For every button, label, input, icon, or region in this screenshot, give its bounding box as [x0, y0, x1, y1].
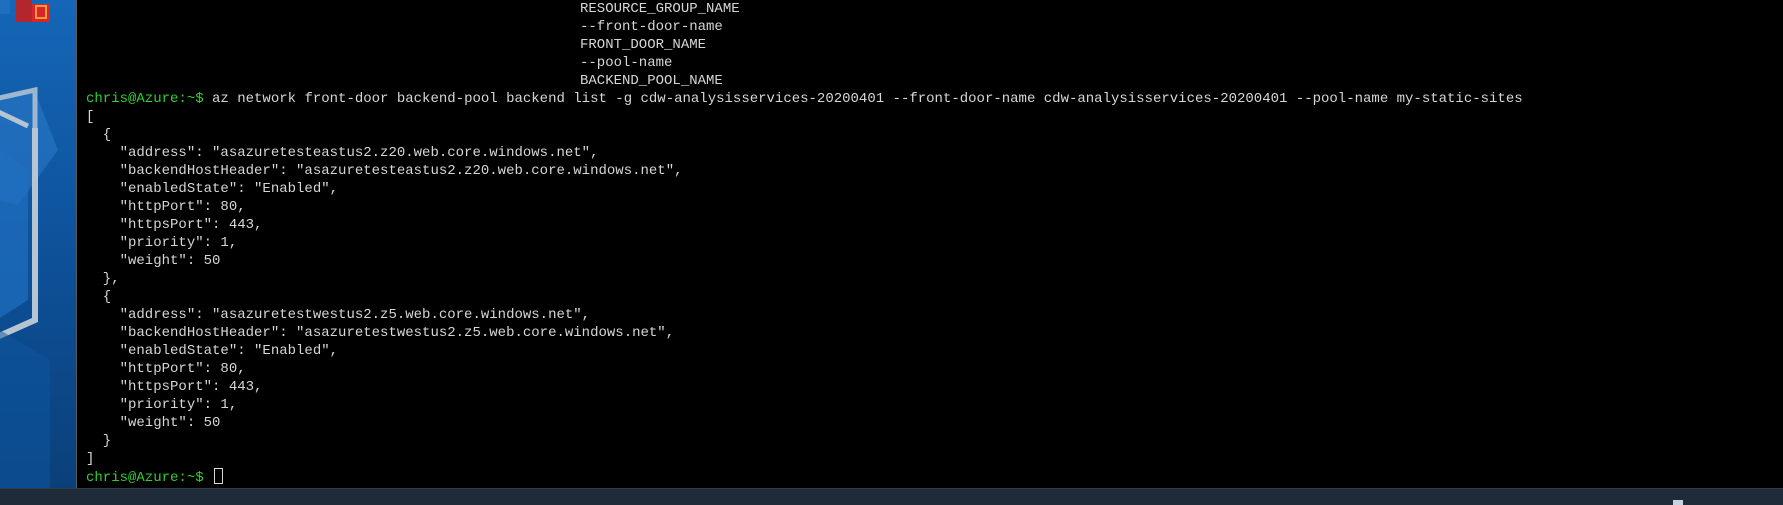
input-line[interactable]: chris@Azure:~$ [86, 468, 1783, 486]
output-line: } [86, 433, 112, 449]
output-line: ] [86, 451, 95, 467]
wallpaper-hexagon-graphic [0, 86, 58, 504]
taskbar [0, 488, 1783, 505]
terminal-output: RESOURCE_GROUP_NAME --front-door-name FR… [86, 0, 1783, 486]
text-cursor [214, 468, 224, 484]
output-line: "priority": 1, [86, 235, 238, 251]
output-line: [ [86, 109, 95, 125]
output-line: "httpsPort": 443, [86, 217, 263, 233]
system-tray-icon[interactable] [1673, 500, 1683, 505]
help-line: --front-door-name [580, 19, 723, 35]
help-line: BACKEND_POOL_NAME [580, 73, 723, 89]
help-line: --pool-name [580, 55, 673, 71]
output-line: "httpPort": 80, [86, 361, 246, 377]
output-line: "weight": 50 [86, 253, 221, 269]
output-line: "weight": 50 [86, 415, 221, 431]
shell-prompt: chris@Azure:~$ [86, 470, 204, 486]
output-line: "httpPort": 80, [86, 199, 246, 215]
desktop-wallpaper [0, 0, 76, 504]
command-text: az network front-door backend-pool backe… [203, 91, 1523, 107]
output-line: "httpsPort": 443, [86, 379, 263, 395]
output-line: "enabledState": "Enabled", [86, 343, 339, 359]
help-line: RESOURCE_GROUP_NAME [580, 1, 740, 17]
taskbar-app-icon[interactable] [0, 0, 64, 22]
output-line: { [86, 127, 112, 143]
shell-prompt: chris@Azure:~$ [86, 91, 204, 107]
terminal-window[interactable]: RESOURCE_GROUP_NAME --front-door-name FR… [76, 0, 1783, 488]
output-line: "address": "asazuretesteastus2.z20.web.c… [86, 145, 599, 161]
output-line: "address": "asazuretestwestus2.z5.web.co… [86, 307, 591, 323]
output-line: }, [86, 271, 120, 287]
help-line: FRONT_DOOR_NAME [580, 37, 707, 53]
command-line: chris@Azure:~$ az network front-door bac… [86, 90, 1783, 108]
output-line: "priority": 1, [86, 397, 238, 413]
output-line: "enabledState": "Enabled", [86, 181, 339, 197]
output-line: "backendHostHeader": "asazuretesteastus2… [86, 163, 683, 179]
output-line: "backendHostHeader": "asazuretestwestus2… [86, 325, 675, 341]
output-line: { [86, 289, 112, 305]
